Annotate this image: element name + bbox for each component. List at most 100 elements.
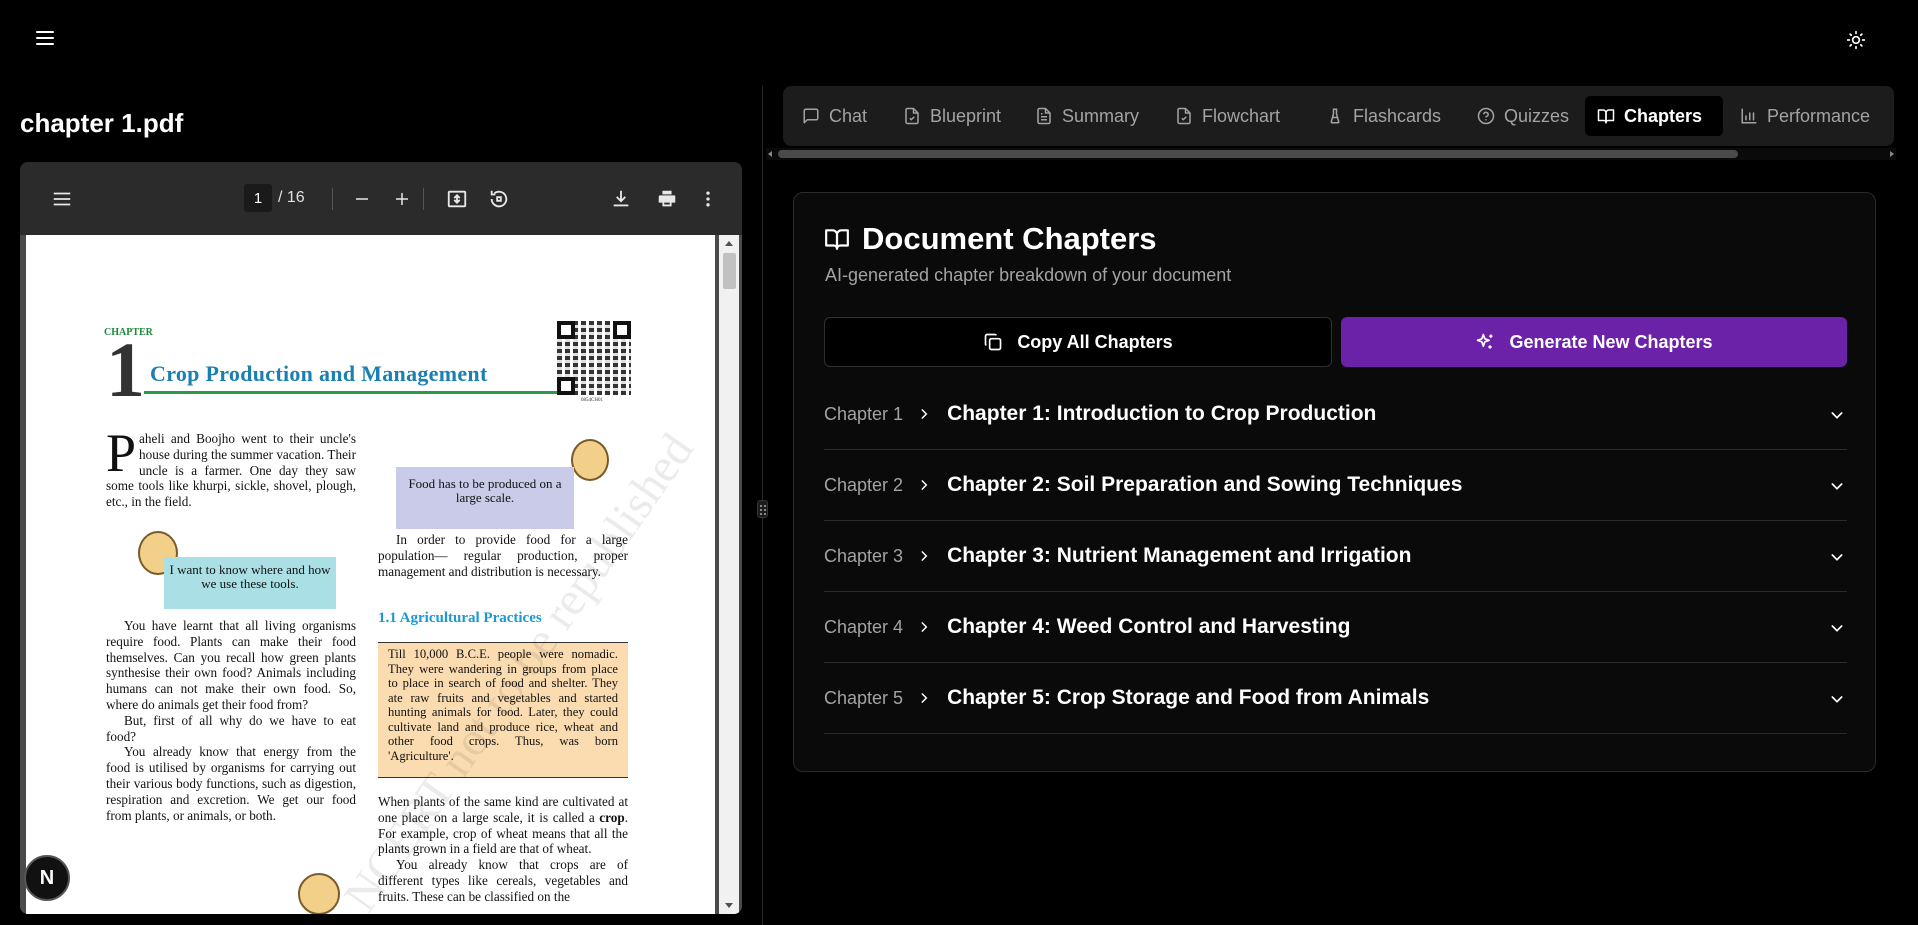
chevron-right-icon	[921, 622, 928, 632]
pdf-toolbar: 1 / 16	[20, 162, 742, 235]
tab-summary[interactable]: Summary	[1023, 96, 1151, 136]
scroll-down-arrow-icon[interactable]	[725, 903, 733, 908]
book-open-icon	[825, 229, 849, 250]
chapter-number: 1	[106, 326, 145, 413]
chapter-item[interactable]: Chapter 1 Chapter 1: Introduction to Cro…	[824, 379, 1847, 450]
left-paragraph-4: You already know that energy from the fo…	[106, 744, 356, 823]
document-title: chapter 1.pdf	[20, 108, 184, 138]
left-paragraph-2: You have learnt that all living organism…	[106, 618, 356, 712]
chapter-item[interactable]: Chapter 2 Chapter 2: Soil Preparation an…	[824, 450, 1847, 521]
page-total: / 16	[278, 189, 305, 206]
copy-button-label: Copy All Chapters	[1017, 331, 1173, 352]
download-icon[interactable]	[608, 186, 634, 212]
tab-performance[interactable]: Performance	[1728, 96, 1882, 136]
chat-bubble-icon	[803, 108, 819, 124]
sparkles-icon	[1477, 333, 1493, 349]
tab-quizzes[interactable]: Quizzes	[1465, 96, 1581, 136]
file-check-icon	[905, 107, 919, 125]
chapter-title: Chapter 1: Introduction to Crop Producti…	[947, 402, 1377, 425]
feature-tabs: Chat Blueprint Summary Flowchart Flashca…	[783, 86, 1894, 146]
section-heading: 1.1 Agricultural Practices	[378, 610, 542, 626]
chapter-title: Chapter 5: Crop Storage and Food from An…	[947, 686, 1430, 709]
card-header: Document Chapters	[824, 221, 1157, 257]
pdf-page-area[interactable]: CHAPTER 1 Crop Production and Management…	[20, 235, 742, 914]
chapter-item[interactable]: Chapter 4 Chapter 4: Weed Control and Ha…	[824, 592, 1847, 663]
chevron-down-icon[interactable]	[1829, 620, 1845, 636]
chevron-down-icon[interactable]	[1829, 691, 1845, 707]
tab-chat[interactable]: Chat	[790, 96, 879, 136]
generate-chapters-button[interactable]: Generate New Chapters	[1341, 317, 1847, 367]
copy-all-chapters-button[interactable]: Copy All Chapters	[824, 317, 1332, 367]
girl-illustration	[571, 439, 609, 481]
pdf-scrollbar[interactable]	[719, 235, 739, 914]
scroll-left-arrow-icon[interactable]	[768, 151, 772, 157]
chapter-label: Chapter 3	[824, 545, 904, 566]
sidebar-toggle-icon[interactable]	[50, 186, 74, 212]
flask-icon	[1330, 108, 1340, 124]
chapter-title: Chapter 4: Weed Control and Harvesting	[947, 615, 1351, 638]
chevron-down-icon[interactable]	[1829, 478, 1845, 494]
tab-flashcards[interactable]: Flashcards	[1314, 96, 1453, 136]
chapter-label: Chapter 2	[824, 474, 904, 495]
print-icon[interactable]	[654, 186, 680, 212]
qr-corner	[557, 377, 575, 395]
qr-corner	[613, 321, 631, 339]
zoom-in-icon[interactable]	[390, 186, 414, 212]
generate-button-label: Generate New Chapters	[1509, 331, 1713, 352]
scroll-right-arrow-icon[interactable]	[1890, 151, 1894, 157]
tab-label: Chat	[829, 105, 868, 126]
card-subtitle: AI-generated chapter breakdown of your d…	[825, 265, 1232, 285]
book-open-icon	[1597, 109, 1615, 124]
zoom-out-icon[interactable]	[350, 186, 374, 212]
resize-handle-icon[interactable]	[757, 500, 768, 518]
tab-label: Quizzes	[1504, 105, 1570, 126]
chevron-right-icon	[921, 551, 928, 561]
chapter-item[interactable]: Chapter 5 Chapter 5: Crop Storage and Fo…	[824, 663, 1847, 734]
tab-blueprint[interactable]: Blueprint	[891, 96, 1013, 136]
fit-page-icon[interactable]	[444, 186, 470, 212]
tabs-scrollbar-thumb[interactable]	[778, 150, 1738, 158]
more-options-icon[interactable]	[698, 186, 718, 212]
chevron-down-icon[interactable]	[1829, 549, 1845, 565]
left-paragraph-3: But, first of all why do we have to eat …	[106, 712, 356, 744]
intro-text: aheli and Boojho went to their uncle's h…	[106, 431, 356, 510]
tab-label: Summary	[1062, 105, 1140, 126]
nextjs-badge-icon[interactable]: N	[24, 855, 70, 901]
qr-code-id: 0854CH01	[581, 398, 603, 403]
toolbar-divider	[423, 188, 424, 210]
scrollbar-thumb[interactable]	[723, 253, 736, 289]
chapter-label: Chapter 5	[824, 687, 904, 708]
chapter-item[interactable]: Chapter 3 Chapter 3: Nutrient Management…	[824, 521, 1847, 592]
scroll-up-arrow-icon[interactable]	[725, 241, 733, 246]
crop-term: crop	[599, 809, 625, 825]
tab-label: Blueprint	[930, 105, 1002, 126]
chapter-label: Chapter 1	[824, 403, 904, 424]
chapter-label: Chapter 4	[824, 616, 904, 637]
hamburger-menu-icon[interactable]	[36, 31, 54, 45]
dropcap: P	[106, 423, 137, 483]
bar-chart-icon	[1741, 108, 1757, 124]
chapter-title: Chapter 3: Nutrient Management and Irrig…	[947, 544, 1412, 567]
toolbar-divider	[332, 188, 333, 210]
pdf-viewer: 1 / 16 CHAPTER 1 Crop Production and Man…	[20, 162, 742, 914]
chapters-list: Chapter 1 Chapter 1: Introduction to Cro…	[824, 379, 1847, 734]
chapter-underline	[144, 391, 570, 394]
chevron-right-icon	[921, 693, 928, 703]
rotate-icon[interactable]	[486, 186, 512, 212]
file-text-icon	[1037, 107, 1051, 125]
chevron-down-icon[interactable]	[1829, 407, 1845, 423]
chevron-right-icon	[921, 409, 928, 419]
tab-flowchart[interactable]: Flowchart	[1163, 96, 1292, 136]
chevron-right-icon	[921, 480, 928, 490]
left-column-body: You have learnt that all living organism…	[106, 618, 356, 823]
tab-chapters[interactable]: Chapters	[1585, 96, 1723, 136]
chapter-title: Chapter 2: Soil Preparation and Sowing T…	[947, 473, 1463, 496]
qr-corner	[557, 321, 575, 339]
chapters-card: Document Chapters AI-generated chapter b…	[793, 192, 1876, 772]
tabs-scrollbar[interactable]	[766, 148, 1896, 160]
sun-icon[interactable]	[1846, 30, 1866, 50]
page-number-input[interactable]: 1	[244, 184, 272, 212]
help-circle-icon	[1477, 107, 1495, 125]
tab-label: Performance	[1767, 105, 1871, 126]
copy-icon	[984, 333, 1002, 351]
